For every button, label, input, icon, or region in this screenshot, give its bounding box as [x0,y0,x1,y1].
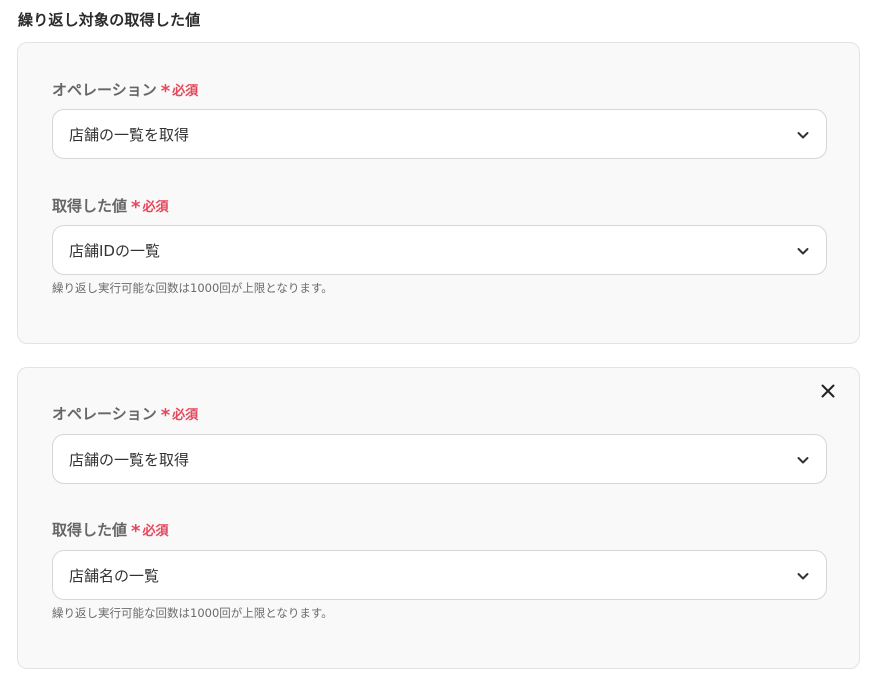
chevron-down-icon [797,132,809,139]
required-star-icon: * [160,80,171,102]
loop-target-card-1: オペレーション * 必須 店舗の一覧を取得 取得した値 * 必須 店舗IDの一覧… [17,42,860,344]
operation-label: オペレーション * 必須 [52,403,198,424]
operation-select-value: 店舗の一覧を取得 [69,126,190,144]
value-label: 取得した値 * 必須 [52,195,168,216]
helper-text: 繰り返し実行可能な回数は1000回が上限となります。 [52,281,333,295]
required-star-icon: * [131,520,141,542]
operation-select-value: 店舗の一覧を取得 [69,451,190,469]
required-badge: 必須 [142,524,169,539]
value-label: 取得した値 * 必須 [52,519,168,540]
operation-label-text: オペレーション [52,81,157,99]
value-select-value: 店舗名の一覧 [69,567,160,585]
value-select[interactable]: 店舗名の一覧 [52,550,827,600]
chevron-down-icon [797,248,809,255]
chevron-down-icon [797,573,809,580]
value-label-text: 取得した値 [52,521,128,539]
section-title: 繰り返し対象の取得した値 [18,11,201,29]
required-star-icon: * [131,196,141,218]
helper-text: 繰り返し実行可能な回数は1000回が上限となります。 [52,606,333,620]
value-label-text: 取得した値 [52,197,128,215]
operation-label-text: オペレーション [52,405,157,423]
operation-label: オペレーション * 必須 [52,79,198,100]
loop-target-card-2: オペレーション * 必須 店舗の一覧を取得 取得した値 * 必須 店舗名の一覧 … [17,367,860,669]
operation-select[interactable]: 店舗の一覧を取得 [52,434,827,484]
required-badge: 必須 [172,408,199,423]
close-icon[interactable] [819,382,837,400]
required-star-icon: * [160,404,171,426]
chevron-down-icon [797,457,809,464]
required-badge: 必須 [142,200,169,215]
required-badge: 必須 [172,84,199,99]
operation-select[interactable]: 店舗の一覧を取得 [52,109,827,159]
value-select[interactable]: 店舗IDの一覧 [52,225,827,275]
value-select-value: 店舗IDの一覧 [69,242,160,260]
